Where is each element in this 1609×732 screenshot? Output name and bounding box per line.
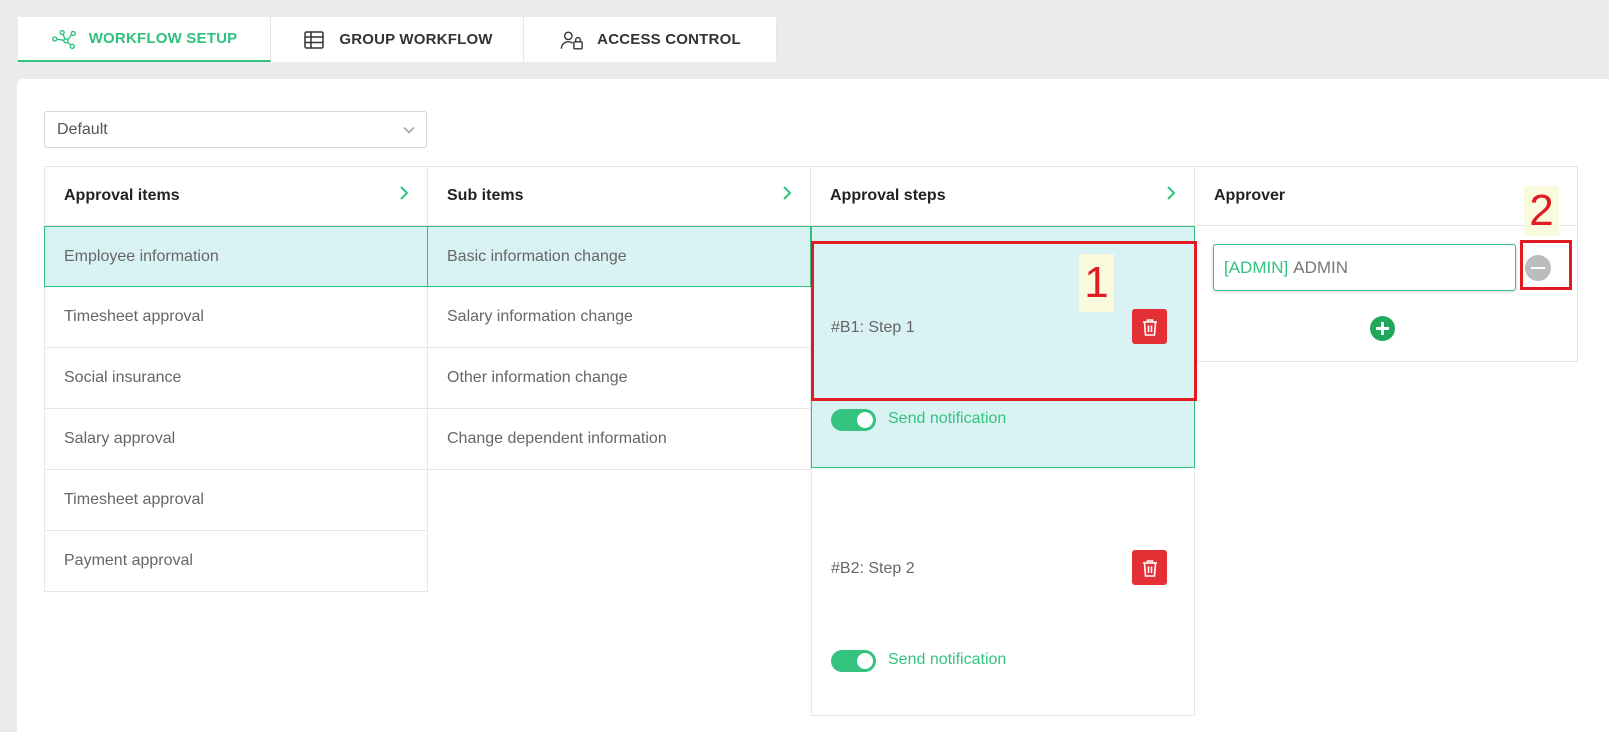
tab-access-control[interactable]: ACCESS CONTROL: [524, 17, 777, 62]
step-label: #B2: Step 2: [831, 560, 915, 577]
send-notification-toggle[interactable]: [831, 650, 876, 672]
list-item[interactable]: Salary approval: [44, 409, 428, 470]
annotation-box-1: [811, 241, 1197, 401]
approval-items-column: Approval items Employee information Time…: [44, 166, 428, 592]
list-item-label: Payment approval: [64, 552, 193, 569]
list-item-label: Salary approval: [64, 430, 176, 447]
list-item[interactable]: Basic information change: [428, 226, 811, 287]
tab-bar: WORKFLOW SETUP GROUP WORKFLOW ACCESS CON…: [18, 17, 777, 62]
list-item[interactable]: Social insurance: [44, 348, 428, 409]
chevron-right-icon[interactable]: [780, 185, 794, 201]
chevron-right-icon[interactable]: [1164, 185, 1178, 201]
column-title: Approval steps: [830, 187, 946, 204]
approver-header: Approver: [1195, 166, 1578, 226]
approver-name: ADMIN: [1293, 257, 1349, 277]
list-item[interactable]: Change dependent information: [428, 409, 811, 470]
column-title: Sub items: [447, 187, 524, 204]
tab-group-workflow[interactable]: GROUP WORKFLOW: [271, 17, 524, 62]
annotation-number-2: 2: [1524, 186, 1559, 236]
user-lock-icon: [559, 29, 585, 51]
sub-items-column: Sub items Basic information change Salar…: [428, 166, 811, 470]
list-item-label: Employee information: [64, 247, 219, 265]
add-approver-button[interactable]: [1370, 316, 1395, 341]
approval-items-header: Approval items: [44, 166, 428, 226]
list-item-label: Basic information change: [447, 247, 627, 265]
workflow-nodes-icon: [51, 28, 77, 50]
list-item[interactable]: Salary information change: [428, 287, 811, 348]
tab-label: WORKFLOW SETUP: [88, 30, 238, 47]
delete-step-button[interactable]: [1132, 550, 1167, 585]
list-item-label: Change dependent information: [447, 430, 667, 447]
list-item[interactable]: Timesheet approval: [44, 287, 428, 348]
workflow-select-value: Default: [57, 120, 108, 138]
tab-label: ACCESS CONTROL: [597, 31, 741, 48]
list-item-label: Timesheet approval: [64, 491, 204, 508]
trash-icon: [1142, 559, 1157, 577]
send-notification-label: Send notification: [888, 651, 1007, 668]
annotation-box-2: [1520, 240, 1572, 290]
list-item[interactable]: Payment approval: [44, 531, 428, 592]
list-item-label: Other information change: [447, 369, 628, 386]
tab-label: GROUP WORKFLOW: [339, 31, 493, 48]
list-item-label: Timesheet approval: [64, 308, 204, 325]
column-title: Approver: [1214, 187, 1286, 204]
list-item-label: Salary information change: [447, 308, 633, 325]
list-item[interactable]: Other information change: [428, 348, 811, 409]
list-item[interactable]: Employee information: [44, 226, 428, 287]
chevron-right-icon[interactable]: [397, 185, 411, 201]
column-title: Approval items: [64, 187, 180, 204]
approver-tag: [ADMIN]: [1224, 257, 1289, 277]
send-notification-label: Send notification: [888, 410, 1007, 427]
tab-workflow-setup[interactable]: WORKFLOW SETUP: [18, 17, 271, 62]
sub-items-header: Sub items: [428, 166, 811, 226]
approval-steps-header: Approval steps: [811, 166, 1195, 226]
table-icon: [301, 29, 327, 51]
workflow-select[interactable]: Default: [44, 111, 427, 148]
approver-field[interactable]: [ADMIN] ADMIN: [1213, 244, 1516, 291]
chevron-down-icon: [403, 127, 415, 134]
list-item-label: Social insurance: [64, 369, 182, 386]
approval-step[interactable]: #B2: Step 2 Send notification: [811, 468, 1195, 716]
send-notification-toggle[interactable]: [831, 409, 876, 431]
list-item[interactable]: Timesheet approval: [44, 470, 428, 531]
annotation-number-1: 1: [1079, 254, 1114, 312]
